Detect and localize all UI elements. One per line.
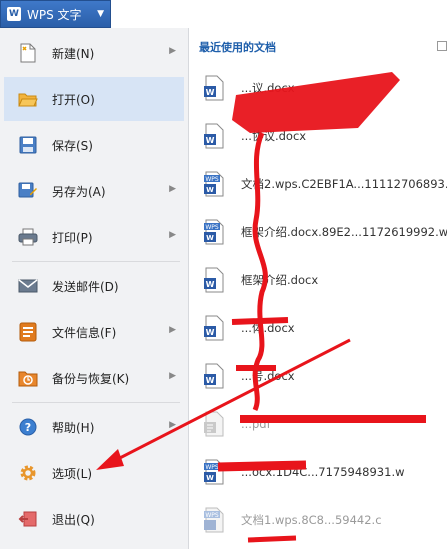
file-name: 框架介绍.docx	[241, 273, 319, 287]
recent-file-item[interactable]: WPS W 文档2.wps.C2EBF1A...11112706893.	[203, 164, 447, 204]
wps-logo-icon: W	[7, 7, 21, 21]
help-icon: ?	[18, 417, 38, 437]
recent-file-item[interactable]: W ...号.docx	[203, 356, 447, 396]
menu-item-exit[interactable]: 退出(Q)	[4, 497, 184, 541]
menu-item-label: 选项(L)	[52, 466, 93, 481]
app-title: WPS 文字	[27, 7, 82, 22]
menu-item-new[interactable]: 新建(N) ▶	[4, 31, 184, 75]
recent-file-item[interactable]: ...pdf	[203, 404, 447, 444]
app-menu-button[interactable]: W WPS 文字 ▼	[0, 0, 111, 28]
svg-text:W: W	[206, 328, 215, 337]
recent-documents-title: 最近使用的文档	[199, 41, 276, 54]
menu-item-label: 发送邮件(D)	[52, 279, 119, 294]
menu-item-backup-restore[interactable]: 备份与恢复(K) ▶	[4, 356, 184, 400]
word-doc-icon: W	[203, 363, 225, 389]
file-name: 文档2.wps.C2EBF1A...11112706893.	[241, 177, 447, 191]
wps-doc-icon: WPS	[203, 507, 225, 533]
file-name: ...ocx.1D4C...7175948931.w	[241, 465, 405, 479]
save-as-icon	[18, 181, 38, 201]
file-name: ...体.docx	[241, 321, 295, 335]
wps-doc-icon: WPS W	[203, 171, 225, 197]
menu-item-save[interactable]: 保存(S)	[4, 123, 184, 167]
svg-text:WPS: WPS	[205, 512, 219, 519]
chevron-right-icon: ▶	[169, 420, 176, 430]
recent-file-item[interactable]: W 框架介绍.docx	[203, 260, 447, 300]
recent-file-item[interactable]: WPS 文档1.wps.8C8...59442.c	[203, 500, 447, 540]
recent-documents-panel: 最近使用的文档 W ...议.docx W ...协议.docx WPS W 文档…	[189, 28, 447, 549]
file-name: 文档1.wps.8C8...59442.c	[241, 513, 382, 527]
file-name: ...pdf	[241, 417, 271, 431]
chevron-right-icon: ▶	[169, 230, 176, 240]
word-doc-icon: W	[203, 267, 225, 293]
svg-text:W: W	[206, 136, 215, 145]
menu-item-send-mail[interactable]: 发送邮件(D)	[4, 264, 184, 308]
svg-text:WPS: WPS	[205, 464, 219, 471]
printer-icon	[18, 227, 38, 247]
wps-doc-icon: WPS W	[203, 219, 225, 245]
file-info-icon	[18, 322, 38, 342]
recent-file-item[interactable]: W ...体.docx	[203, 308, 447, 348]
recent-file-item[interactable]: WPS W ...ocx.1D4C...7175948931.w	[203, 452, 447, 492]
chevron-right-icon: ▶	[169, 325, 176, 335]
menu-item-label: 另存为(A)	[52, 184, 106, 199]
menu-item-label: 备份与恢复(K)	[52, 371, 130, 386]
menu-item-file-info[interactable]: 文件信息(F) ▶	[4, 310, 184, 354]
word-doc-icon: W	[203, 75, 225, 101]
svg-text:W: W	[206, 88, 215, 97]
file-name: 框架介绍.docx.89E2...1172619992.w	[241, 225, 447, 239]
backup-icon	[18, 368, 38, 388]
svg-text:?: ?	[25, 421, 31, 434]
menu-item-print[interactable]: 打印(P) ▶	[4, 215, 184, 259]
svg-text:WPS: WPS	[205, 176, 219, 183]
menu-item-label: 帮助(H)	[52, 420, 95, 435]
menu-item-open[interactable]: 打开(O)	[4, 77, 184, 121]
menu-item-label: 保存(S)	[52, 138, 93, 153]
menu-item-label: 打印(P)	[52, 230, 93, 245]
menu-divider	[12, 402, 180, 403]
recent-file-item[interactable]: WPS W 框架介绍.docx.89E2...1172619992.w	[203, 212, 447, 252]
file-menu: 新建(N) ▶ 打开(O) 保存(S) 另存为(A) ▶ 打印(P) ▶ 发送邮…	[0, 28, 189, 549]
file-name: ...议.docx	[241, 81, 295, 95]
svg-text:W: W	[206, 234, 214, 242]
menu-item-help[interactable]: ? 帮助(H) ▶	[4, 405, 184, 449]
save-icon	[18, 135, 38, 155]
file-name: ...号.docx	[241, 369, 295, 383]
word-doc-icon: W	[203, 123, 225, 149]
file-name: ...协议.docx	[241, 129, 307, 143]
title-bar: W WPS 文字 ▼	[0, 0, 447, 30]
gear-icon	[18, 463, 38, 483]
new-document-icon	[18, 43, 38, 63]
menu-divider	[12, 261, 180, 262]
chevron-right-icon: ▶	[169, 46, 176, 56]
menu-item-label: 打开(O)	[52, 92, 95, 107]
chevron-right-icon: ▶	[169, 371, 176, 381]
mail-icon	[18, 276, 38, 296]
menu-item-label: 文件信息(F)	[52, 325, 117, 340]
menu-item-label: 新建(N)	[52, 46, 95, 61]
pin-icon[interactable]	[437, 41, 447, 51]
svg-text:W: W	[206, 280, 215, 289]
svg-text:WPS: WPS	[205, 224, 219, 231]
chevron-down-icon: ▼	[97, 9, 104, 19]
svg-text:W: W	[206, 474, 214, 482]
exit-icon	[18, 509, 38, 529]
menu-item-options[interactable]: 选项(L)	[4, 451, 184, 495]
pdf-doc-icon	[203, 411, 225, 437]
svg-text:W: W	[206, 186, 214, 194]
svg-text:W: W	[206, 376, 215, 385]
menu-item-save-as[interactable]: 另存为(A) ▶	[4, 169, 184, 213]
open-folder-icon	[18, 89, 38, 109]
menu-item-label: 退出(Q)	[52, 512, 95, 527]
word-doc-icon: W	[203, 315, 225, 341]
wps-doc-icon: WPS W	[203, 459, 225, 485]
chevron-right-icon: ▶	[169, 184, 176, 194]
recent-file-item[interactable]: W ...协议.docx	[203, 116, 447, 156]
recent-file-item[interactable]: W ...议.docx	[203, 68, 447, 108]
